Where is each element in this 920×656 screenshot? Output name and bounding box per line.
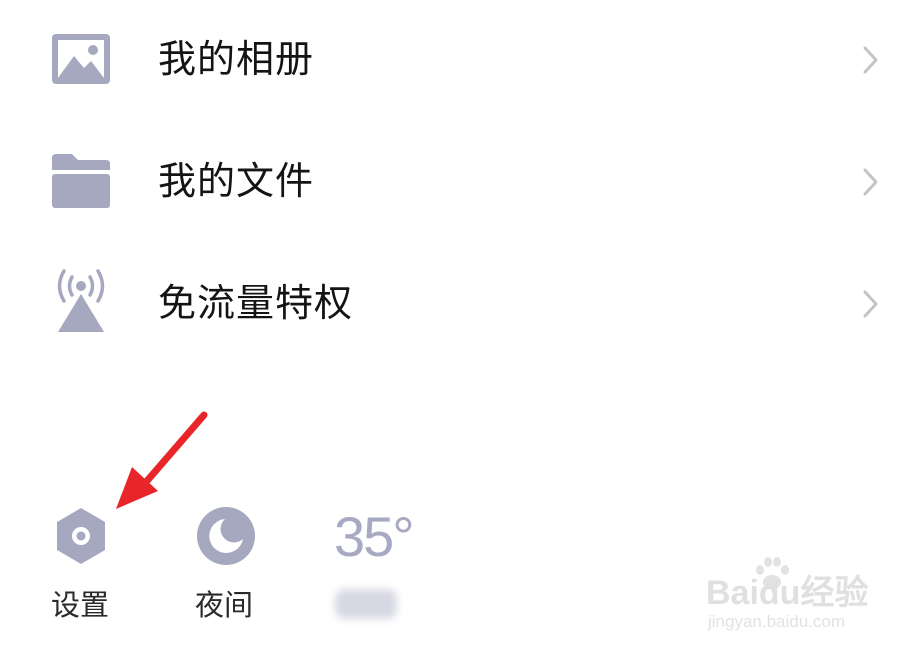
- weather-temperature: 35°: [334, 505, 415, 568]
- menu-item-label: 免流量特权: [158, 281, 354, 325]
- menu-item-free-data[interactable]: 免流量特权: [0, 248, 920, 358]
- watermark-url: jingyan.baidu.com: [708, 612, 846, 631]
- menu-page: 我的相册 我的文件 免流量特权 设置 夜间 35° Baidu经验 jingya…: [0, 0, 920, 656]
- baidu-watermark: Baidu经验 jingyan.baidu.com: [700, 548, 900, 638]
- menu-item-label: 我的相册: [158, 37, 315, 81]
- chevron-right-icon: [858, 166, 882, 198]
- chevron-right-icon: [858, 44, 882, 76]
- photo-album-icon: [50, 4, 112, 114]
- menu-item-files[interactable]: 我的文件: [0, 126, 920, 236]
- weather-city-blurred: [335, 589, 397, 619]
- signal-tower-icon: [50, 248, 112, 358]
- night-label: 夜间: [195, 588, 254, 622]
- menu-item-label: 我的文件: [158, 159, 315, 203]
- chevron-right-icon: [858, 288, 882, 320]
- gear-icon: [50, 505, 112, 571]
- watermark-brand: Baidu经验: [706, 574, 869, 612]
- settings-label: 设置: [51, 588, 110, 622]
- menu-item-album[interactable]: 我的相册: [0, 4, 920, 114]
- folder-icon: [50, 126, 112, 236]
- red-arrow-icon: [110, 405, 214, 517]
